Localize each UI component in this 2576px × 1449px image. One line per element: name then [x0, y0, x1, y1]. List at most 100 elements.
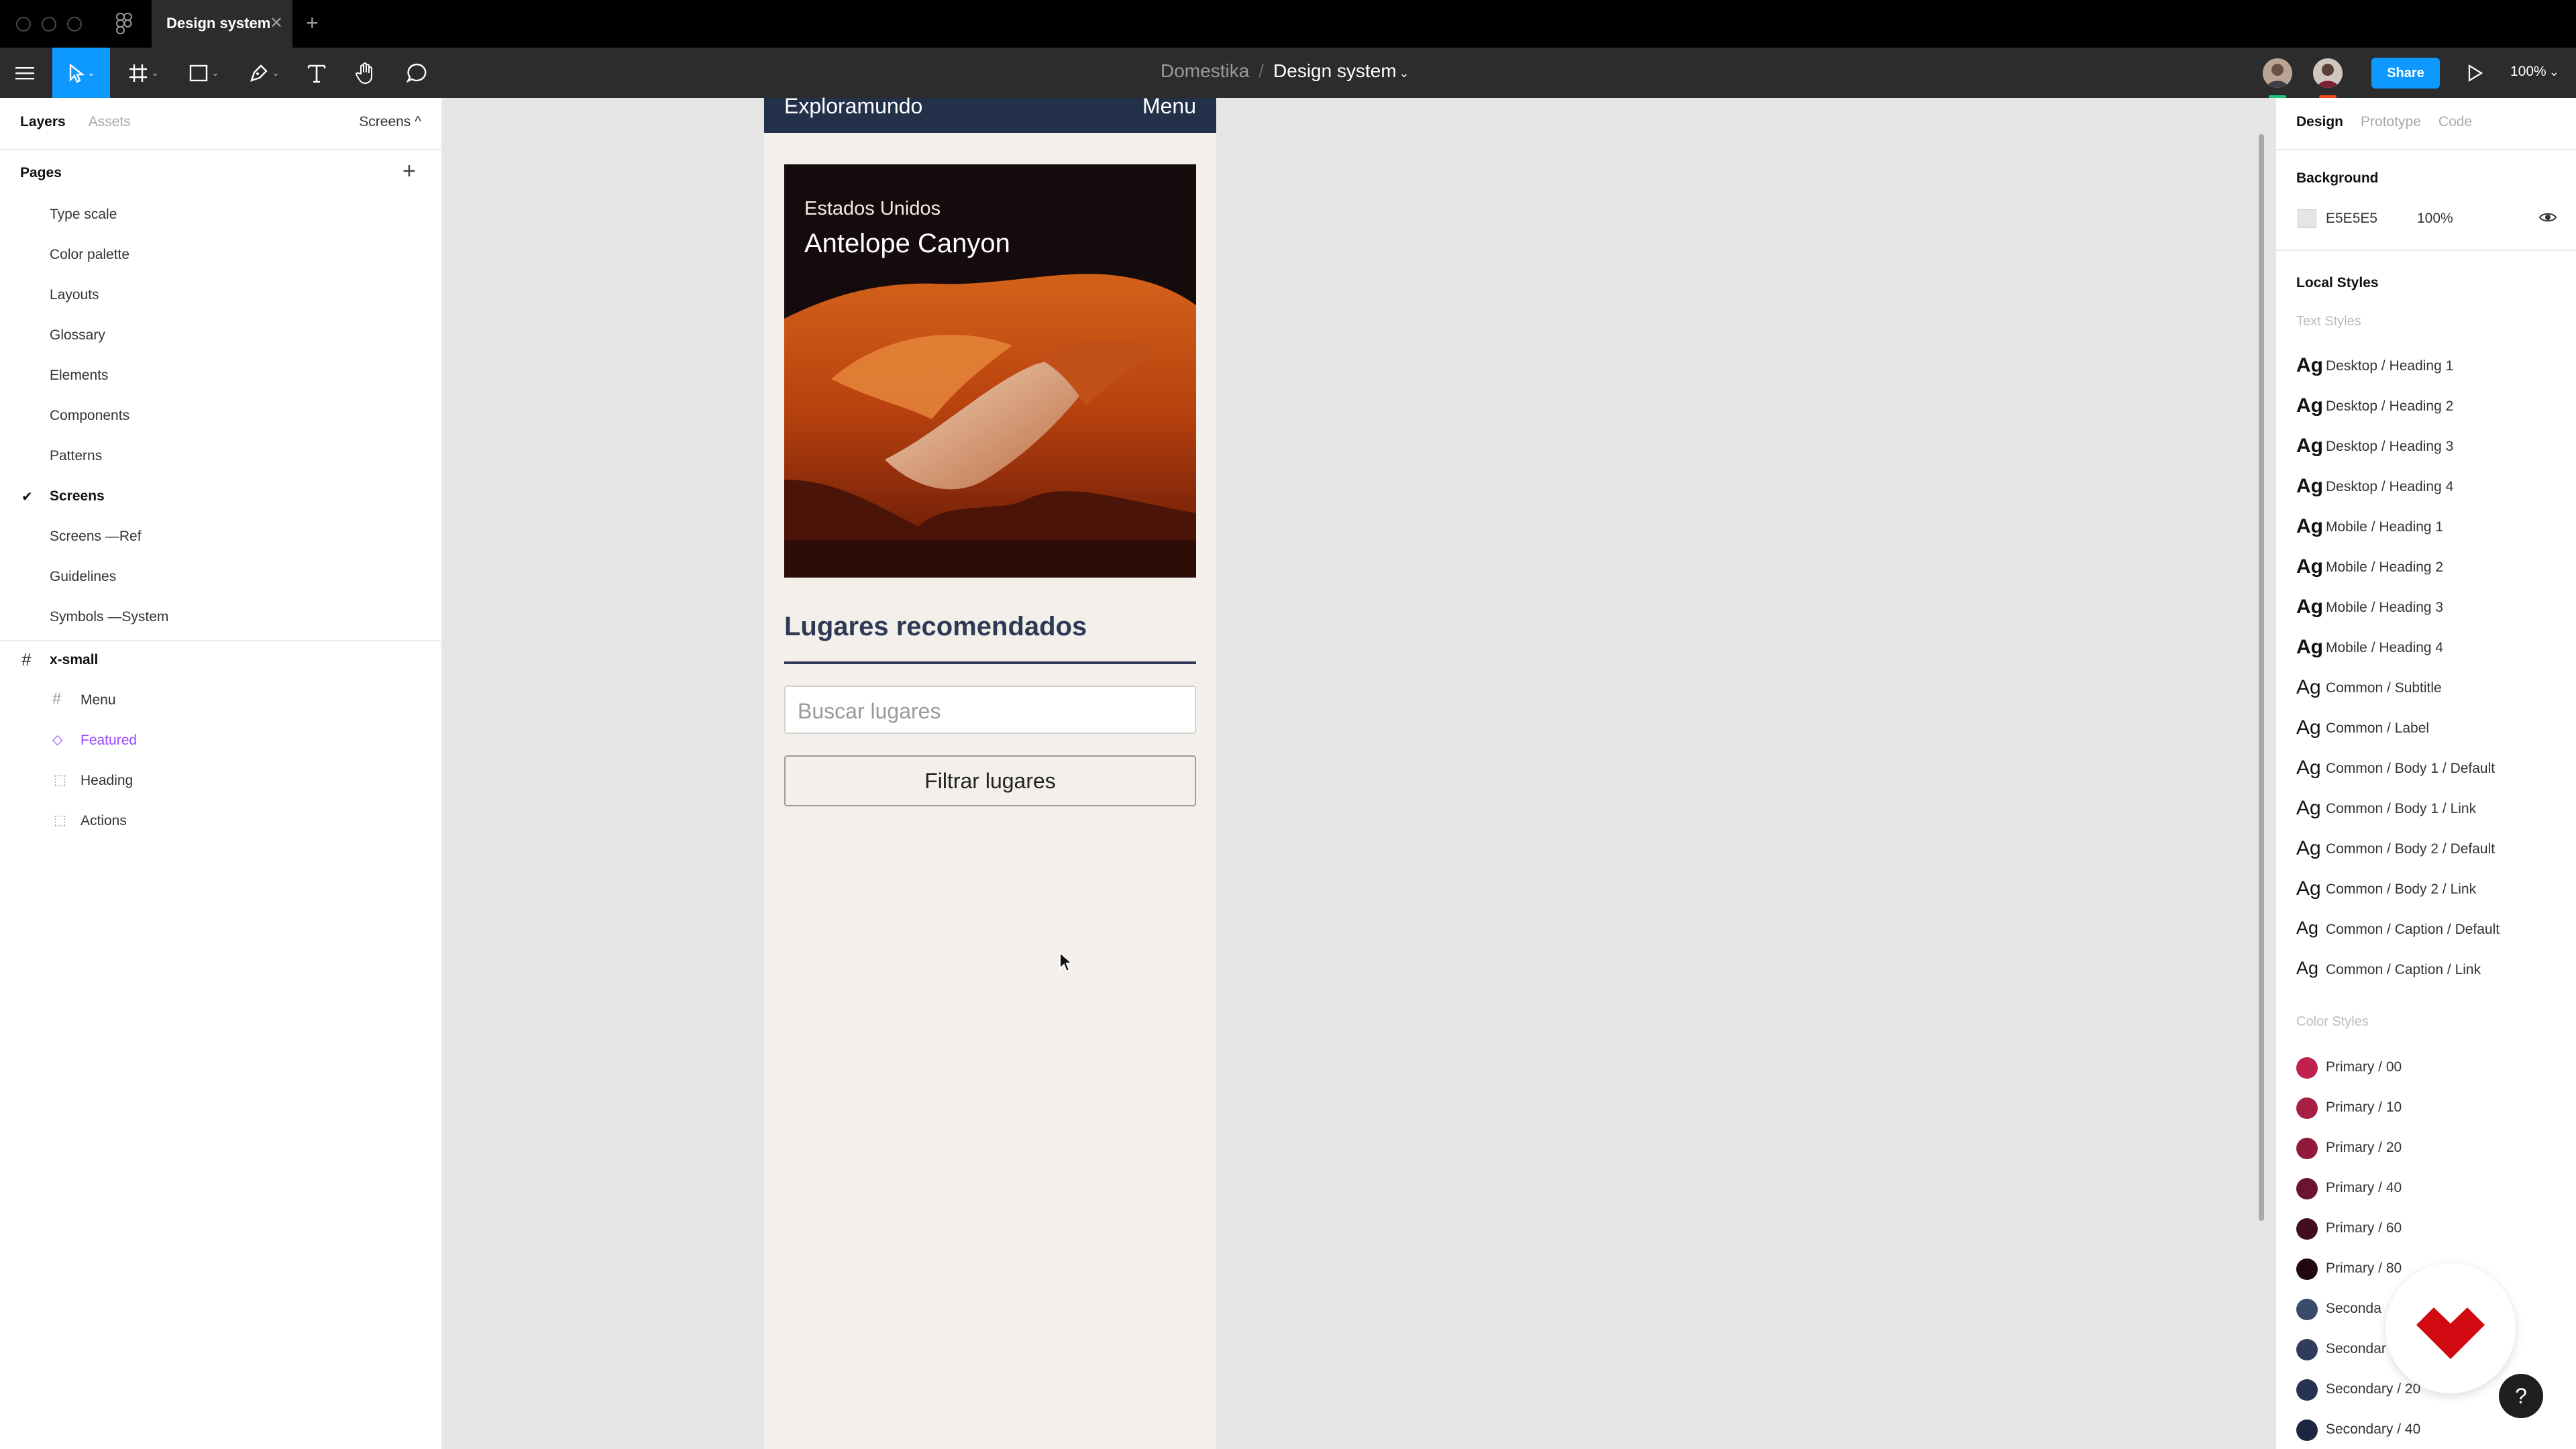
tab-prototype[interactable]: Prototype — [2361, 114, 2421, 129]
page-item-color-palette[interactable]: Color palette — [50, 247, 129, 263]
main-menu-icon[interactable] — [9, 48, 40, 98]
breadcrumb-separator: / — [1258, 60, 1265, 81]
color-swatch — [2296, 1339, 2318, 1360]
text-style-ag-icon: Ag — [2296, 877, 2321, 900]
layer-actions[interactable]: Actions — [80, 813, 127, 829]
featured-card[interactable]: Estados Unidos Antelope Canyon — [784, 164, 1196, 578]
frame-tool-button[interactable]: ⌄ — [121, 48, 166, 98]
text-style-name: Desktop / Heading 4 — [2326, 479, 2454, 494]
color-style-name: Primary / 10 — [2326, 1099, 2402, 1115]
file-tab[interactable]: Design system ✕ — [152, 0, 292, 48]
add-page-icon[interactable]: + — [402, 160, 416, 182]
right-panel-tabs: Design Prototype Code — [2296, 114, 2472, 130]
page-item-patterns[interactable]: Patterns — [50, 448, 102, 464]
tab-assets[interactable]: Assets — [89, 114, 131, 129]
share-button[interactable]: Share — [2371, 58, 2440, 89]
page-selector[interactable]: Screens ^ — [359, 114, 421, 130]
move-tool-button[interactable]: ⌄ — [52, 48, 110, 98]
text-style-name: Common / Body 1 / Link — [2326, 801, 2477, 816]
page-item-elements[interactable]: Elements — [50, 368, 109, 384]
color-swatch — [2296, 1178, 2318, 1199]
tab-design[interactable]: Design — [2296, 114, 2343, 129]
search-input[interactable]: Buscar lugares — [784, 686, 1196, 734]
comment-tool-button[interactable] — [400, 48, 433, 98]
canvas-scrollbar[interactable] — [2259, 134, 2264, 1221]
page-item-layouts[interactable]: Layouts — [50, 287, 99, 303]
close-window-button[interactable] — [16, 17, 31, 32]
figma-logo-icon[interactable] — [114, 12, 134, 36]
text-style-ag-icon: Ag — [2296, 797, 2321, 819]
color-swatch — [2296, 1138, 2318, 1159]
layer-menu[interactable]: Menu — [80, 692, 116, 708]
frame-menu-link[interactable]: Menu — [1142, 94, 1196, 119]
page-item-type-scale[interactable]: Type scale — [50, 207, 117, 223]
layer-frame-x-small[interactable]: x-small — [50, 652, 98, 668]
filter-button[interactable]: Filtrar lugares — [784, 755, 1196, 806]
text-style-name: Common / Body 2 / Link — [2326, 881, 2477, 897]
frame-hash-icon: # — [21, 649, 32, 669]
layer-heading[interactable]: Heading — [80, 773, 133, 789]
text-style-name: Common / Body 1 / Default — [2326, 761, 2496, 776]
background-opacity-value[interactable]: 100% — [2417, 211, 2453, 227]
background-hex-value[interactable]: E5E5E5 — [2326, 211, 2377, 227]
text-style-name: Desktop / Heading 2 — [2326, 398, 2454, 414]
tab-code[interactable]: Code — [2438, 114, 2472, 129]
maximize-window-button[interactable] — [67, 17, 82, 32]
color-swatch — [2296, 1097, 2318, 1119]
visibility-eye-icon[interactable] — [2539, 211, 2557, 224]
minimize-window-button[interactable] — [42, 17, 56, 32]
toolbar: ⌄ ⌄ ⌄ ⌄ Domestika / Design system ⌄ Share 1… — [0, 48, 2576, 98]
text-style-name: Common / Body 2 / Default — [2326, 841, 2496, 857]
page-item-glossary[interactable]: Glossary — [50, 327, 105, 343]
text-style-name: Desktop / Heading 1 — [2326, 358, 2454, 374]
page-item-symbols-system[interactable]: Symbols —System — [50, 609, 168, 625]
panel-divider — [0, 640, 441, 641]
layer-featured[interactable]: Featured — [80, 733, 137, 749]
page-item-screens-ref[interactable]: Screens —Ref — [50, 529, 142, 545]
hand-icon — [356, 62, 372, 84]
background-title: Background — [2296, 170, 2379, 186]
search-input-placeholder: Buscar lugares — [798, 699, 941, 723]
text-style-ag-icon: Ag — [2296, 555, 2323, 578]
text-style-name: Common / Caption / Default — [2326, 922, 2500, 937]
breadcrumb-file[interactable]: Design system — [1273, 60, 1397, 81]
zoom-chevron-icon: ⌄ — [2548, 65, 2559, 78]
text-tool-button[interactable] — [302, 48, 331, 98]
tab-layers[interactable]: Layers — [20, 114, 66, 129]
hand-tool-button[interactable] — [349, 48, 382, 98]
present-play-icon[interactable] — [2466, 64, 2483, 83]
page-item-screens[interactable]: Screens — [50, 488, 105, 504]
shape-tool-button[interactable]: ⌄ — [181, 48, 227, 98]
text-style-ag-icon: Ag — [2296, 354, 2323, 376]
user-avatar[interactable] — [2313, 58, 2343, 88]
text-style-ag-icon: Ag — [2296, 596, 2323, 618]
color-style-name: Primary / 40 — [2326, 1180, 2402, 1195]
canvas-frame-x-small[interactable]: Exploramundo Menu Estados Unidos Antelop… — [764, 94, 1216, 1449]
close-tab-icon[interactable]: ✕ — [270, 13, 283, 33]
color-swatch — [2296, 1379, 2318, 1401]
new-tab-icon[interactable]: + — [306, 11, 319, 36]
page-item-components[interactable]: Components — [50, 408, 129, 424]
title-bar: Design system ✕ + — [0, 0, 2576, 48]
background-color-swatch[interactable] — [2298, 209, 2316, 228]
text-style-name: Desktop / Heading 3 — [2326, 439, 2454, 454]
pen-tool-button[interactable]: ⌄ — [241, 48, 287, 98]
layers-panel: Layers Assets Screens ^ Pages + Type scal… — [0, 98, 443, 1449]
file-tab-label: Design system — [166, 15, 271, 32]
auto-layout-icon: ⬚ — [54, 813, 66, 828]
breadcrumb-project[interactable]: Domestika — [1161, 60, 1249, 81]
file-menu-chevron-icon[interactable]: ⌄ — [1399, 66, 1409, 80]
design-panel: Design Prototype Code Background E5E5E5 10… — [2275, 98, 2576, 1449]
page-item-guidelines[interactable]: Guidelines — [50, 569, 116, 585]
frame-header: Exploramundo Menu — [764, 94, 1216, 133]
text-t-icon — [307, 64, 326, 83]
mouse-cursor-icon — [1059, 951, 1074, 973]
zoom-level[interactable]: 100% ⌄ — [2510, 64, 2559, 80]
help-button[interactable]: ? — [2499, 1374, 2543, 1418]
color-swatch — [2296, 1218, 2318, 1240]
collaborator-avatar[interactable] — [2263, 58, 2292, 88]
color-style-name: Secondar — [2326, 1341, 2386, 1356]
heading-underline — [784, 661, 1196, 664]
text-styles-title: Text Styles — [2296, 314, 2361, 329]
frame-hash-icon — [129, 64, 148, 82]
